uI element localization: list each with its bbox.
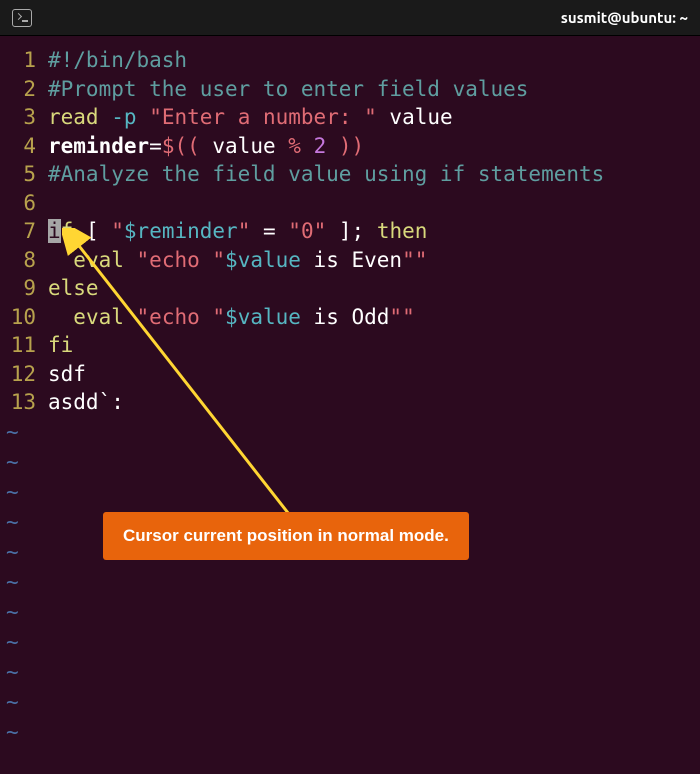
tilde-line: ~ — [0, 567, 700, 597]
line-number: 1 — [0, 46, 48, 75]
tilde-line: ~ — [0, 597, 700, 627]
code-line-13: 13 asdd`: — [0, 388, 700, 417]
code-content: reminder=$(( value % 2 )) — [48, 132, 700, 161]
line-number: 13 — [0, 388, 48, 417]
tilde-line: ~ — [0, 657, 700, 687]
editor-area[interactable]: 1 #!/bin/bash 2 #Prompt the user to ente… — [0, 36, 700, 757]
code-content — [48, 189, 700, 218]
code-content: #Analyze the field value using if statem… — [48, 160, 700, 189]
code-line-2: 2 #Prompt the user to enter field values — [0, 75, 700, 104]
code-line-4: 4 reminder=$(( value % 2 )) — [0, 132, 700, 161]
code-line-3: 3 read -p "Enter a number: " value — [0, 103, 700, 132]
tilde-line: ~ — [0, 447, 700, 477]
code-content: asdd`: — [48, 388, 700, 417]
cursor: i — [48, 219, 61, 243]
titlebar: susmit@ubuntu: ~ — [0, 0, 700, 36]
annotation-callout: Cursor current position in normal mode. — [103, 512, 469, 560]
code-line-7: 7 if [ "$reminder" = "0" ]; then — [0, 217, 700, 246]
line-number: 11 — [0, 331, 48, 360]
line-number: 7 — [0, 217, 48, 246]
code-line-10: 10 eval "echo "$value is Odd"" — [0, 303, 700, 332]
line-number: 8 — [0, 246, 48, 275]
code-content: eval "echo "$value is Odd"" — [48, 303, 700, 332]
code-content: eval "echo "$value is Even"" — [48, 246, 700, 275]
line-number: 4 — [0, 132, 48, 161]
window-title: susmit@ubuntu: ~ — [561, 9, 688, 26]
line-number: 2 — [0, 75, 48, 104]
code-content: else — [48, 274, 700, 303]
code-line-12: 12 sdf — [0, 360, 700, 389]
line-number: 5 — [0, 160, 48, 189]
code-line-6: 6 — [0, 189, 700, 218]
code-content: fi — [48, 331, 700, 360]
code-line-1: 1 #!/bin/bash — [0, 46, 700, 75]
tilde-line: ~ — [0, 717, 700, 747]
line-number: 12 — [0, 360, 48, 389]
tilde-line: ~ — [0, 687, 700, 717]
tilde-line: ~ — [0, 627, 700, 657]
line-number: 10 — [0, 303, 48, 332]
code-content: read -p "Enter a number: " value — [48, 103, 700, 132]
code-content: sdf — [48, 360, 700, 389]
code-line-8: 8 eval "echo "$value is Even"" — [0, 246, 700, 275]
line-number: 3 — [0, 103, 48, 132]
tilde-line: ~ — [0, 477, 700, 507]
line-number: 9 — [0, 274, 48, 303]
code-content: #Prompt the user to enter field values — [48, 75, 700, 104]
titlebar-left — [12, 9, 32, 27]
code-content: #!/bin/bash — [48, 46, 700, 75]
code-line-11: 11 fi — [0, 331, 700, 360]
tilde-line: ~ — [0, 417, 700, 447]
annotation-text: Cursor current position in normal mode. — [123, 526, 449, 545]
code-line-5: 5 #Analyze the field value using if stat… — [0, 160, 700, 189]
line-number: 6 — [0, 189, 48, 218]
terminal-icon — [12, 9, 32, 27]
code-content: if [ "$reminder" = "0" ]; then — [48, 217, 700, 246]
code-line-9: 9 else — [0, 274, 700, 303]
